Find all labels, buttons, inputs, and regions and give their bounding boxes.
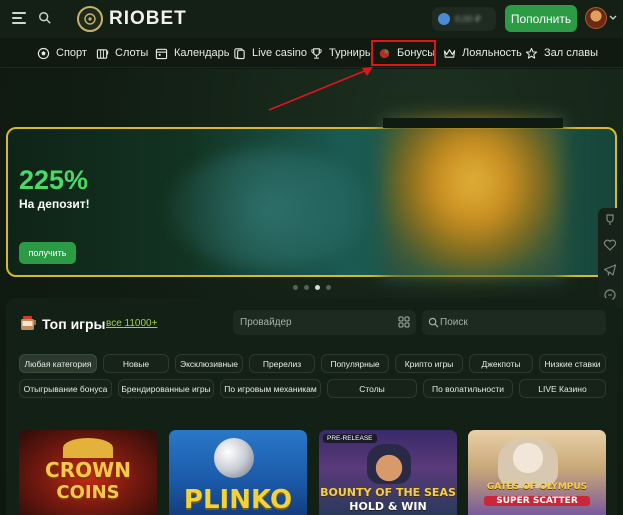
menu-icon[interactable] xyxy=(12,12,26,24)
balance-display[interactable]: 0,00 ₽ xyxy=(432,7,496,31)
nav-item-calendar[interactable]: Календарь xyxy=(155,38,230,68)
game-card-title: GATES OF OLYMPUS xyxy=(486,482,588,492)
games-search-input[interactable]: Поиск xyxy=(422,310,606,335)
top-bar: RIOBET 0,00 ₽ Пополнить xyxy=(0,0,623,38)
game-card-subtitle: SUPER SCATTER xyxy=(484,496,590,506)
search-placeholder: Поиск xyxy=(440,317,468,328)
category-chip[interactable]: LIVE Казино xyxy=(519,379,606,398)
nav-item-label: Спорт xyxy=(56,47,87,59)
trophy-icon[interactable] xyxy=(603,213,617,227)
live-casino-icon xyxy=(234,47,245,59)
grid-icon[interactable] xyxy=(398,316,410,328)
nav-item-sport[interactable]: Спорт xyxy=(37,38,87,68)
deposit-button[interactable]: Пополнить xyxy=(505,5,577,32)
carousel-dot[interactable] xyxy=(293,285,298,290)
side-rail xyxy=(598,208,623,308)
nav-item-loyalty[interactable]: Лояльность xyxy=(443,38,522,68)
heart-icon[interactable] xyxy=(603,238,617,252)
chevron-down-icon[interactable] xyxy=(609,14,617,22)
provider-select[interactable]: Провайдер xyxy=(233,310,416,335)
logo-text: RIOBET xyxy=(109,8,187,29)
crown-image xyxy=(63,438,113,458)
calendar-icon xyxy=(155,48,168,59)
category-chip[interactable]: Отыгрывание бонуса xyxy=(19,379,112,398)
game-card-title: CROWN xyxy=(45,458,131,482)
annotation-arrow xyxy=(268,67,373,111)
zeus-image xyxy=(498,438,558,488)
category-chip[interactable]: Брендированные игры xyxy=(118,379,214,398)
game-card-gates-of-olympus[interactable]: GATES OF OLYMPUS SUPER SCATTER xyxy=(468,430,606,515)
category-chip[interactable]: По волатильности xyxy=(423,379,513,398)
carousel-dot[interactable] xyxy=(326,285,331,290)
banner-artwork-image xyxy=(383,118,563,278)
all-games-link[interactable]: все 11000+ xyxy=(106,318,157,329)
carousel-dot[interactable] xyxy=(304,285,309,290)
search-icon xyxy=(428,317,439,328)
nav-item-slots[interactable]: Слоты xyxy=(96,38,148,68)
coin-icon xyxy=(438,13,450,25)
provider-placeholder: Провайдер xyxy=(240,317,292,328)
crown-icon xyxy=(443,48,456,58)
banner-subline: На депозит! xyxy=(19,197,90,211)
nav-item-label: Лояльность xyxy=(462,47,522,59)
carousel-dots xyxy=(293,285,337,290)
star-icon xyxy=(525,47,538,59)
slots-icon xyxy=(96,48,109,59)
game-card-title: BOUNTY OF THE SEAS xyxy=(320,486,456,499)
category-chip[interactable]: Столы xyxy=(327,379,417,398)
nav-item-label: Календарь xyxy=(174,47,230,59)
game-card-crown-coins[interactable]: CROWN COINS xyxy=(19,430,157,515)
search-icon[interactable] xyxy=(38,10,52,26)
game-card-title: PLINKO xyxy=(183,485,293,515)
telegram-icon[interactable] xyxy=(603,263,617,277)
category-chip-active[interactable]: Любая категория xyxy=(19,354,97,373)
game-card-plinko[interactable]: PLINKO xyxy=(169,430,307,515)
balance-value: 0,00 ₽ xyxy=(455,13,481,24)
section-title: Топ игры xyxy=(42,316,106,332)
nav-item-label: Зал славы xyxy=(544,47,599,59)
category-chip[interactable]: По игровым механикам xyxy=(220,379,321,398)
category-chip[interactable]: Пререлиз xyxy=(249,354,315,373)
avatar[interactable] xyxy=(585,7,607,29)
category-chip[interactable]: Низкие ставки xyxy=(539,354,606,373)
logo-emblem-icon xyxy=(77,6,103,32)
banner-get-button[interactable]: получить xyxy=(19,242,76,264)
banner-headline: 225% xyxy=(19,165,89,195)
game-card-subtitle: COINS xyxy=(56,482,120,503)
ball-image xyxy=(214,438,254,478)
soccer-ball-icon xyxy=(37,47,50,59)
nav-item-hall-of-fame[interactable]: Зал славы xyxy=(525,38,598,68)
pre-release-badge: PRE-RELEASE xyxy=(323,434,377,443)
pirate-image xyxy=(367,444,411,484)
category-chip[interactable]: Джекпоты xyxy=(469,354,533,373)
category-chip[interactable]: Эксклюзивные xyxy=(175,354,243,373)
category-chip[interactable]: Новые xyxy=(103,354,169,373)
category-chip[interactable]: Крипто игры xyxy=(395,354,463,373)
game-card-bounty-of-the-seas[interactable]: PRE-RELEASE BOUNTY OF THE SEAS HOLD & WI… xyxy=(319,430,457,515)
site-logo[interactable]: RIOBET xyxy=(77,5,187,33)
carousel-dot-active[interactable] xyxy=(315,285,320,290)
game-card-subtitle: HOLD & WIN xyxy=(349,500,427,513)
category-chip[interactable]: Популярные xyxy=(321,354,389,373)
nav-item-label: Слоты xyxy=(115,47,149,59)
slot-machine-icon xyxy=(21,316,36,330)
